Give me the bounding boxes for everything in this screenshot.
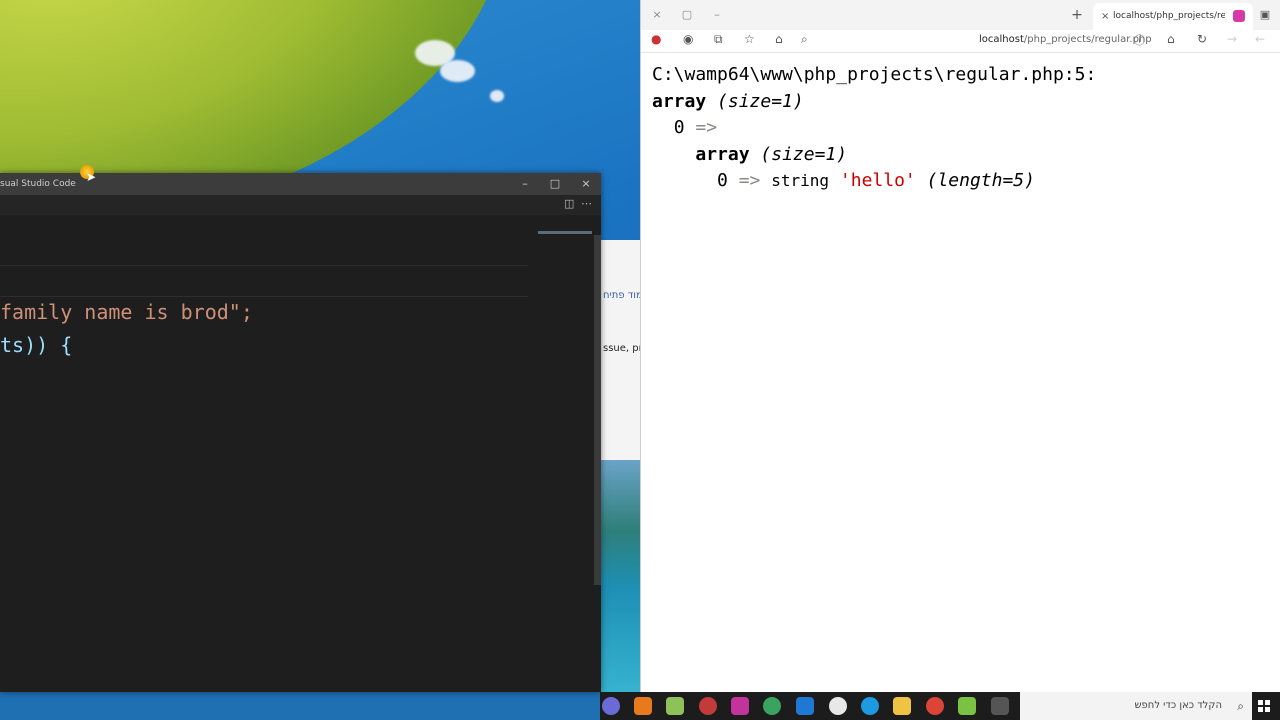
maximize-button[interactable]: □ bbox=[540, 173, 570, 195]
app-red-icon[interactable] bbox=[699, 697, 717, 715]
taskbar: הקלד כאן כדי לחפש ⌕ bbox=[600, 692, 1280, 720]
favorites-icon[interactable]: ☆ bbox=[744, 32, 755, 46]
forward-icon[interactable]: → bbox=[1227, 32, 1237, 46]
code-editor[interactable]: family name is brod"; ts)) { bbox=[0, 215, 601, 692]
extension-icon[interactable]: ● bbox=[651, 32, 661, 46]
dump-string-value: 'hello' bbox=[839, 170, 916, 191]
dump-array-keyword: array bbox=[695, 143, 750, 165]
windows-logo-icon bbox=[1265, 707, 1270, 712]
dump-length: (length=5) bbox=[926, 170, 1035, 191]
wallpaper-cloud bbox=[440, 60, 475, 82]
teams-icon[interactable] bbox=[602, 697, 620, 715]
site-info-icon[interactable]: ⓘ bbox=[1134, 32, 1145, 48]
task-view-icon[interactable] bbox=[991, 697, 1009, 715]
onenote-icon[interactable] bbox=[731, 697, 749, 715]
file-explorer-icon[interactable] bbox=[893, 697, 911, 715]
background-window-text: ssue, prog bbox=[603, 343, 640, 354]
dump-arrow: => bbox=[738, 170, 761, 191]
restore-button[interactable]: ▢ bbox=[679, 0, 695, 30]
window-title: sual Studio Code bbox=[0, 179, 76, 189]
editor-divider bbox=[0, 265, 528, 266]
browser-tab[interactable]: × localhost/php_projects/regular.p bbox=[1093, 3, 1253, 30]
edge-icon[interactable] bbox=[861, 697, 879, 715]
collections-icon[interactable]: ⧉ bbox=[714, 32, 723, 47]
refresh-icon[interactable]: ↻ bbox=[1197, 32, 1207, 46]
browser-toolbar: ● ◉ ⧉ ☆ ⌂ ⌕ localhost/php_projects/regul… bbox=[641, 30, 1280, 53]
minimap[interactable] bbox=[538, 231, 592, 234]
windows-logo-icon bbox=[1258, 707, 1263, 712]
dump-index: 0 bbox=[717, 170, 728, 191]
editor-divider bbox=[0, 296, 528, 297]
editor-scrollbar[interactable] bbox=[594, 235, 601, 585]
address-path: /php_projects/regular.php bbox=[1023, 34, 1152, 45]
minimize-button[interactable]: – bbox=[709, 0, 725, 30]
browser-window[interactable]: × ▢ – + × localhost/php_projects/regular… bbox=[640, 0, 1280, 692]
var-dump-output: C:\wamp64\www\php_projects\regular.php:5… bbox=[652, 62, 1096, 195]
profile-icon[interactable]: ◉ bbox=[683, 32, 693, 46]
minimize-button[interactable]: – bbox=[510, 173, 540, 195]
windows-logo-icon bbox=[1258, 700, 1263, 705]
vlc-icon[interactable] bbox=[634, 697, 652, 715]
dump-file-line: C:\wamp64\www\php_projects\regular.php:5… bbox=[652, 64, 1097, 85]
home-icon[interactable]: ⌂ bbox=[1167, 32, 1175, 46]
close-button[interactable]: × bbox=[649, 0, 665, 30]
tab-label: localhost/php_projects/regular.p bbox=[1113, 11, 1225, 21]
code-line[interactable]: ts)) { bbox=[0, 333, 72, 357]
chrome-icon[interactable] bbox=[926, 697, 944, 715]
extensions-icon[interactable]: ⌂ bbox=[775, 32, 783, 46]
browser-titlebar[interactable]: × ▢ – + × localhost/php_projects/regular… bbox=[641, 0, 1280, 30]
address-host: localhost bbox=[979, 34, 1024, 45]
code-line[interactable]: family name is brod"; bbox=[0, 300, 253, 324]
dump-index: 0 bbox=[673, 117, 685, 138]
windows-logo-icon bbox=[1265, 700, 1270, 705]
dump-array-size: (size=1) bbox=[760, 143, 848, 165]
wallpaper-beach bbox=[600, 460, 640, 692]
new-tab-button[interactable]: + bbox=[1069, 0, 1085, 30]
photos-icon[interactable] bbox=[829, 697, 847, 715]
edge-dev-icon[interactable] bbox=[763, 697, 781, 715]
zoom-icon[interactable]: ⌕ bbox=[801, 32, 808, 47]
taskbar-search[interactable]: הקלד כאן כדי לחפש ⌕ bbox=[1020, 692, 1252, 720]
dump-type: string bbox=[771, 171, 830, 190]
more-actions-icon[interactable]: ⋯ bbox=[581, 197, 592, 210]
dump-array-size: (size=1) bbox=[717, 90, 804, 112]
tab-favicon-icon bbox=[1233, 10, 1245, 22]
search-icon: ⌕ bbox=[1237, 699, 1244, 713]
dump-array-keyword: array bbox=[652, 90, 707, 112]
split-editor-icon[interactable]: ◫ bbox=[564, 197, 574, 210]
tab-actions-icon[interactable]: ▣ bbox=[1257, 0, 1273, 30]
vscode-window[interactable]: sual Studio Code – □ × ◫ ⋯ family name i… bbox=[0, 173, 601, 692]
address-bar[interactable]: localhost/php_projects/regular.php bbox=[979, 34, 1152, 45]
editor-tab-bar: ◫ ⋯ bbox=[0, 195, 601, 215]
notepadpp-icon[interactable] bbox=[666, 697, 684, 715]
background-window-text: עמוד פתיח bbox=[603, 290, 640, 301]
start-button[interactable] bbox=[1258, 700, 1270, 712]
dump-arrow: => bbox=[695, 117, 718, 138]
mouse-pointer-icon: ➤ bbox=[86, 170, 97, 184]
tab-close-icon[interactable]: × bbox=[1101, 3, 1109, 30]
notepad-icon[interactable] bbox=[958, 697, 976, 715]
back-icon[interactable]: ← bbox=[1255, 32, 1265, 46]
wallpaper-cloud bbox=[490, 90, 504, 102]
outlook-icon[interactable] bbox=[796, 697, 814, 715]
search-placeholder: הקלד כאן כדי לחפש bbox=[1134, 700, 1222, 711]
close-button[interactable]: × bbox=[571, 173, 601, 195]
